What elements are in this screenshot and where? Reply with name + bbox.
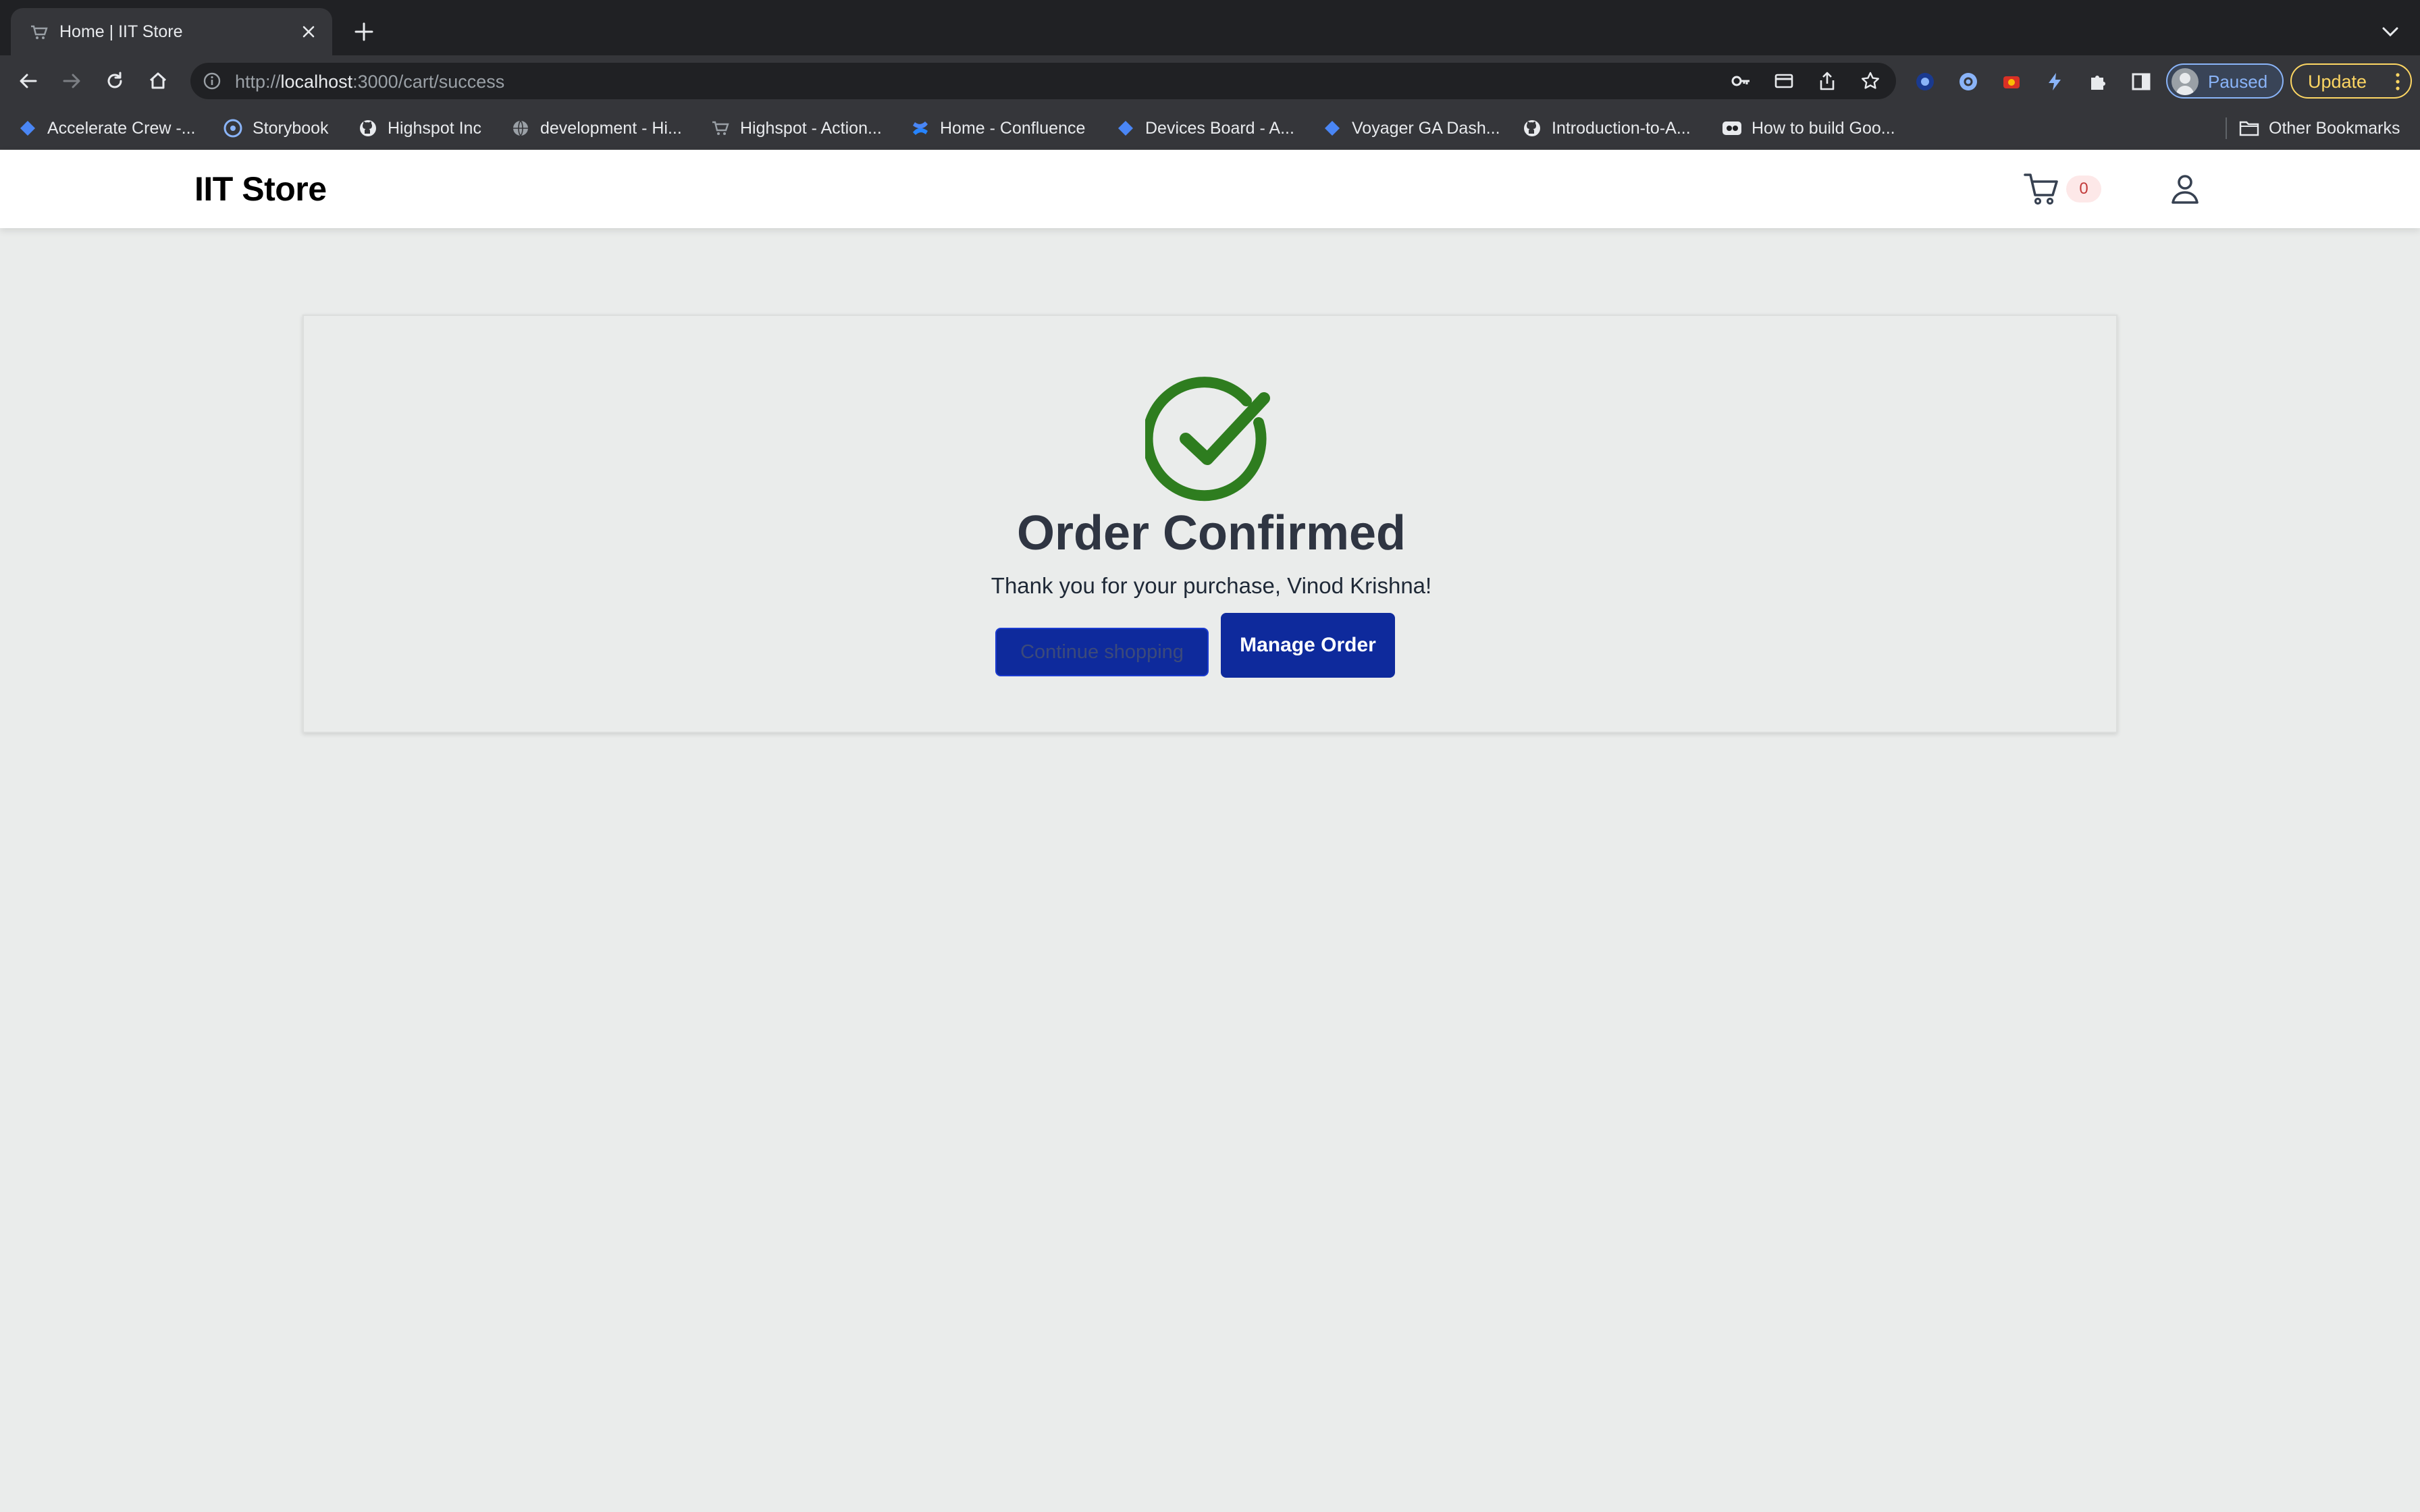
bookmark-item[interactable]: Introduction-to-A... [1522,115,1691,142]
new-tab-icon[interactable] [352,20,375,43]
github-icon [1522,118,1542,138]
bookmark-label: Highspot - Action... [740,118,882,138]
diamond-icon [18,118,38,138]
update-button[interactable]: Update [2290,63,2412,99]
bookmark-item[interactable]: Accelerate Crew -... [18,115,196,142]
url-host: localhost [280,72,353,92]
bookmark-item[interactable]: How to build Goo... [1722,115,1895,142]
order-confirmation-card: Order Confirmed Thank you for your purch… [302,315,2118,733]
forward-arrow-icon [63,74,80,88]
browser-tab[interactable]: Home | IIT Store [11,8,332,55]
payment-card-icon[interactable] [1773,70,1795,92]
continue-shopping-label: Continue shopping [1020,641,1184,663]
diamond-icon [1322,118,1342,138]
browser-toolbar: http://localhost:3000/cart/success Pause… [0,55,2420,107]
bookmark-label: Voyager GA Dash... [1352,118,1500,138]
bookmarks-divider [2226,117,2227,139]
url-scheme: http:// [235,72,281,92]
cart-count-badge: 0 [2066,176,2101,202]
bookmark-label: How to build Goo... [1752,118,1895,138]
reload-button[interactable] [100,66,130,96]
manage-order-label: Manage Order [1240,634,1376,656]
tab-title: Home | IIT Store [59,22,183,41]
reload-icon [107,72,122,88]
address-bar[interactable]: http://localhost:3000/cart/success [190,63,1896,99]
folder-icon [2239,118,2259,138]
user-account-icon[interactable] [2166,170,2204,208]
manage-order-button[interactable]: Manage Order [1221,613,1395,678]
bookmark-label: Home - Confluence [940,118,1086,138]
home-button[interactable] [143,66,173,96]
extension-red-icon[interactable] [2000,70,2023,93]
extensions-puzzle-icon[interactable] [2086,70,2109,93]
bookmark-label: development - Hi... [540,118,682,138]
url-text: http://localhost:3000/cart/success [235,72,504,92]
thank-you-message: Thank you for your purchase, Vinod Krish… [991,573,1432,598]
other-bookmarks-label: Other Bookmarks [2269,118,2400,138]
site-info-icon[interactable] [203,72,221,90]
video-icon [1722,118,1742,138]
site-header: IIT Store 0 [0,150,2420,228]
bookmark-item[interactable]: Storybook [223,115,329,142]
side-panel-icon[interactable] [2130,70,2153,93]
bookmark-label: Introduction-to-A... [1552,118,1691,138]
avatar [2172,68,2199,95]
bookmark-label: Storybook [253,118,329,138]
forward-button[interactable] [57,66,86,96]
url-path: :3000/cart/success [352,72,505,92]
profile-status: Paused [2208,72,2268,92]
check-circle-icon [1145,377,1270,502]
back-arrow-icon [20,74,37,88]
bookmark-item[interactable]: Home - Confluence [910,115,1085,142]
share-icon[interactable] [1816,70,1838,92]
browser-tab-strip: Home | IIT Store [0,0,2420,55]
continue-shopping-button[interactable]: Continue shopping [995,628,1209,676]
extension-lightning-icon[interactable] [2043,70,2066,93]
bookmark-label: Devices Board - A... [1145,118,1294,138]
bookmark-star-icon[interactable] [1860,70,1881,92]
tab-search-chevron-icon[interactable] [2381,24,2400,39]
extension-at-icon[interactable] [1957,70,1980,93]
bookmark-item[interactable]: Highspot - Action... [710,115,882,142]
bookmark-item[interactable]: Devices Board - A... [1115,115,1294,142]
bookmark-item[interactable]: development - Hi... [510,115,682,142]
storybook-icon [223,118,243,138]
close-tab-icon[interactable] [300,23,317,40]
bookmark-item[interactable]: Voyager GA Dash... [1322,115,1500,142]
profile-button[interactable]: Paused [2166,63,2284,99]
cart-favicon-icon [31,25,48,39]
shopping-cart-icon[interactable] [2023,171,2061,207]
bookmarks-bar: Accelerate Crew -... Storybook Highspot … [0,107,2420,150]
confluence-icon [910,118,930,138]
cart-icon [710,118,731,138]
update-label: Update [2308,72,2367,92]
bookmark-label: Accelerate Crew -... [47,118,196,138]
bookmark-item[interactable]: Highspot Inc [358,115,481,142]
page-title: Order Confirmed [1016,506,1406,560]
bookmark-label: Highspot Inc [388,118,481,138]
globe-icon [510,118,531,138]
password-key-icon[interactable] [1730,70,1752,92]
other-bookmarks[interactable]: Other Bookmarks [2239,115,2400,142]
github-icon [358,118,378,138]
diamond-icon [1115,118,1136,138]
more-menu-icon[interactable] [2394,72,2401,92]
home-icon [149,72,167,89]
site-logo[interactable]: IIT Store [194,170,327,208]
back-button[interactable] [14,66,43,96]
extension-blue-circle-icon[interactable] [1914,70,1937,93]
